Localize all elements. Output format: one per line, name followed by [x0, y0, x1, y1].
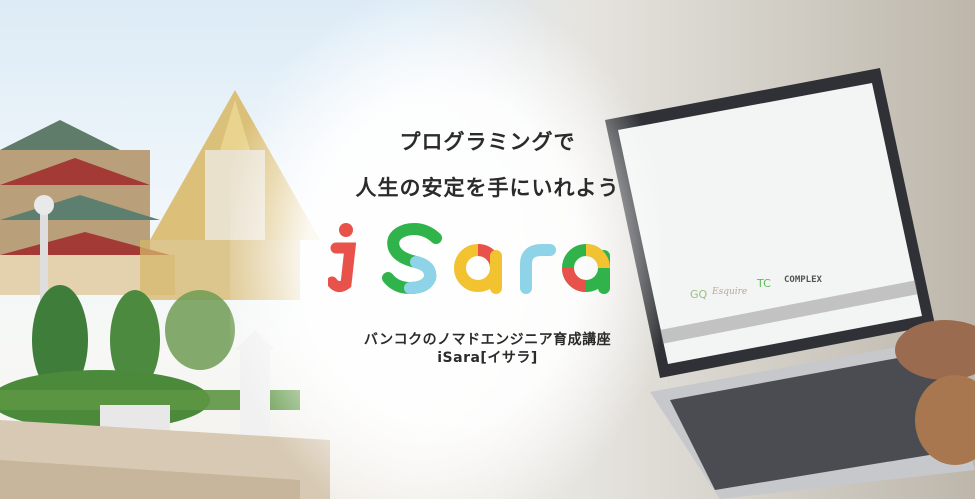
tagline-line-2: 人生の安定を手にいれよう — [355, 176, 620, 200]
hero-banner: GQ Esquire TC COMPLEX プログラミングで 人生の安定を手にい… — [0, 0, 975, 499]
screen-logo-complex: COMPLEX — [784, 275, 823, 285]
screen-logo-esquire: Esquire — [711, 287, 747, 297]
tagline-line-1: プログラミングで — [399, 130, 576, 154]
subtitle-line-2: iSara[イサラ] — [437, 350, 538, 366]
screen-logo-tc: TC — [756, 277, 771, 290]
screen-logo-gq: GQ — [690, 288, 708, 301]
subtitle-line-1: バンコクのノマドエンジニア育成講座 — [363, 332, 612, 348]
isara-logo — [328, 223, 610, 295]
